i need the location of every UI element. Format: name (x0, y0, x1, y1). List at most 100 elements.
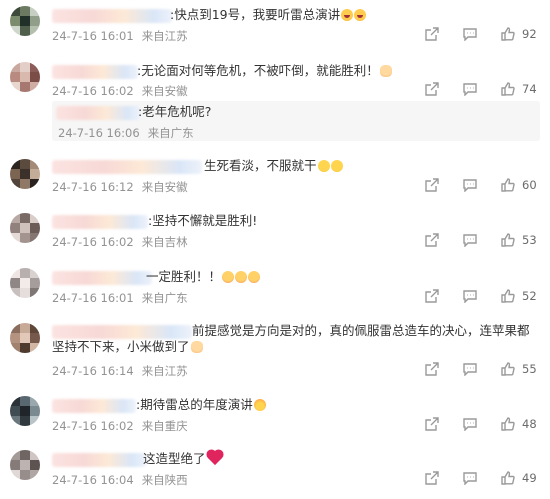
like-count: 48 (522, 417, 537, 431)
crying-emoji-icon (222, 271, 235, 283)
comment-meta: 24-7-16 16:02 来自安徽 (52, 83, 188, 99)
avatar[interactable] (10, 268, 40, 298)
comment-body: 一定胜利！！ (146, 269, 222, 284)
share-icon[interactable] (424, 288, 440, 304)
share-icon[interactable] (424, 26, 440, 42)
username-blurred[interactable] (52, 160, 202, 174)
comment-icon[interactable] (462, 177, 478, 193)
comment-meta: 24-7-16 16:04 来自陕西 (52, 472, 188, 488)
comment-actions: 49 (402, 470, 540, 486)
comment-icon[interactable] (462, 470, 478, 486)
comment-actions: 52 (402, 288, 540, 304)
like-icon[interactable] (500, 288, 516, 304)
username-blurred[interactable] (52, 271, 152, 285)
comment-location: 来自江苏 (141, 364, 188, 378)
comment-body: :坚持不懈就是胜利! (148, 213, 258, 228)
comment-text: 生死看淡，不服就干 (204, 158, 343, 174)
crying-emoji-icon (235, 271, 248, 283)
comment-body: :快点到19号，我要听雷总演讲 (170, 7, 341, 22)
reply-meta: 24-7-16 16:06 来自广东 (58, 125, 194, 141)
comment-text: :期待雷总的年度演讲 (136, 397, 266, 413)
share-icon[interactable] (424, 416, 440, 432)
celebration-emoji-icon (253, 399, 266, 411)
comment-meta: 24-7-16 16:01 来自广东 (52, 290, 188, 306)
username-blurred[interactable] (56, 106, 140, 120)
like-icon[interactable] (500, 232, 516, 248)
comment-body: :期待雷总的年度演讲 (136, 397, 253, 412)
comment-text: 这造型绝了 (143, 450, 223, 467)
comment-meta: 24-7-16 16:02 来自重庆 (52, 418, 188, 434)
comment-actions: 53 (402, 232, 540, 248)
comment-body: 前提感觉是方向是对的，真的佩服雷总造车的决心，连苹果都坚持不下来，小米做到了 (52, 323, 530, 354)
username-blurred[interactable] (52, 215, 148, 229)
avatar[interactable] (10, 62, 40, 92)
comment-actions: 92 (402, 26, 540, 42)
comment-meta: 24-7-16 16:14 来自江苏 (52, 363, 188, 379)
comment-body: 这造型绝了 (143, 451, 206, 466)
comment-date: 24-7-16 16:02 (52, 235, 134, 249)
like-icon[interactable] (500, 81, 516, 97)
comment-actions: 74 (402, 81, 540, 97)
like-icon[interactable] (500, 26, 516, 42)
like-icon[interactable] (500, 177, 516, 193)
comment-item: 生死看淡，不服就干 24-7-16 16:12 来自安徽 60 (0, 155, 550, 205)
comment-item: :坚持不懈就是胜利! 24-7-16 16:02 来自吉林 53 (0, 210, 550, 260)
avatar[interactable] (10, 396, 40, 426)
comment-item: :快点到19号，我要听雷总演讲 24-7-16 16:01 来自江苏 92 (0, 0, 550, 50)
comment-date: 24-7-16 16:04 (52, 473, 134, 487)
like-count: 55 (522, 362, 537, 376)
avatar[interactable] (10, 450, 40, 480)
avatar[interactable] (10, 213, 40, 243)
username-blurred[interactable] (52, 65, 138, 79)
comment-actions: 48 (402, 416, 540, 432)
username-blurred[interactable] (52, 453, 146, 467)
reply-date: 24-7-16 16:06 (58, 126, 140, 140)
like-count: 92 (522, 27, 537, 41)
comment-icon[interactable] (462, 288, 478, 304)
comment-location: 来自陕西 (141, 473, 188, 487)
thinking-emoji-icon (317, 160, 330, 172)
share-icon[interactable] (424, 361, 440, 377)
laugh-emoji-icon (341, 9, 354, 21)
like-count: 60 (522, 178, 537, 192)
comment-date: 24-7-16 16:02 (52, 419, 134, 433)
comment-icon[interactable] (462, 361, 478, 377)
thinking-emoji-icon (330, 160, 343, 172)
comment-date: 24-7-16 16:12 (52, 180, 134, 194)
share-icon[interactable] (424, 232, 440, 248)
share-icon[interactable] (424, 81, 440, 97)
comment-actions: 60 (402, 177, 540, 193)
comment-item: :无论面对何等危机，不被吓倒，就能胜利！ 24-7-16 16:02 来自安徽 7… (0, 58, 550, 148)
comment-date: 24-7-16 16:01 (52, 291, 134, 305)
comment-icon[interactable] (462, 81, 478, 97)
reply-text: :老年危机呢? (138, 104, 212, 119)
username-blurred[interactable] (52, 9, 172, 23)
comment-location: 来自重庆 (141, 419, 188, 433)
comment-icon[interactable] (462, 232, 478, 248)
share-icon[interactable] (424, 470, 440, 486)
avatar[interactable] (10, 323, 40, 353)
comment-location: 来自江苏 (141, 29, 188, 43)
comment-icon[interactable] (462, 26, 478, 42)
comment-text: 前提感觉是方向是对的，真的佩服雷总造车的决心，连苹果都坚持不下来，小米做到了 (52, 323, 540, 355)
avatar[interactable] (10, 159, 40, 189)
thumbs-up-emoji-icon (190, 341, 203, 353)
thumbs-up-emoji-icon (379, 65, 392, 77)
username-blurred[interactable] (52, 399, 136, 413)
comment-location: 来自广东 (141, 291, 188, 305)
comment-body: :无论面对何等危机，不被吓倒，就能胜利！ (137, 63, 379, 78)
comment-location: 来自安徽 (141, 84, 188, 98)
comment-meta: 24-7-16 16:02 来自吉林 (52, 234, 188, 250)
share-icon[interactable] (424, 177, 440, 193)
avatar[interactable] (10, 6, 40, 36)
comment-icon[interactable] (462, 416, 478, 432)
comment-date: 24-7-16 16:14 (52, 364, 134, 378)
laugh-emoji-icon (354, 9, 367, 21)
comment-item: 前提感觉是方向是对的，真的佩服雷总造车的决心，连苹果都坚持不下来，小米做到了 2… (0, 320, 550, 385)
comment-item: :期待雷总的年度演讲 24-7-16 16:02 来自重庆 48 (0, 393, 550, 443)
crying-emoji-icon (248, 271, 261, 283)
comment-text: 一定胜利！！ (146, 269, 261, 285)
like-icon[interactable] (500, 470, 516, 486)
like-icon[interactable] (500, 361, 516, 377)
like-icon[interactable] (500, 416, 516, 432)
